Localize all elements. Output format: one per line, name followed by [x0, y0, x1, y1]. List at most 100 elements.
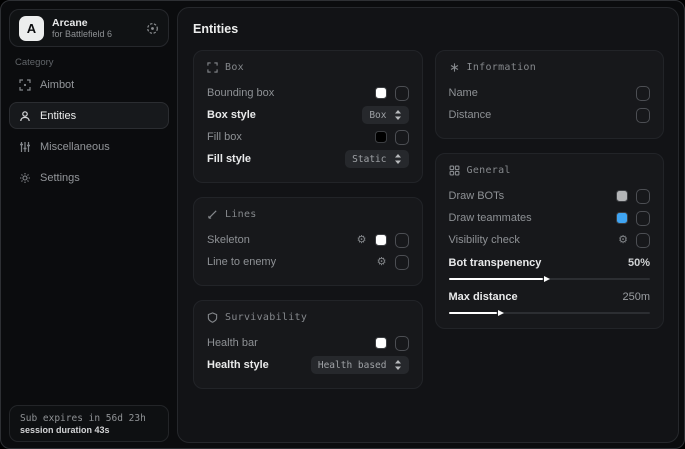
slider-value: 250m	[622, 291, 650, 303]
chevron-updown-icon	[394, 110, 402, 120]
brand-logo: A	[19, 16, 44, 41]
setting-label: Name	[449, 87, 478, 99]
card-lines: Lines Skeleton ⚙ Line to enemy ⚙	[193, 197, 423, 286]
setting-label: Fill box	[207, 131, 242, 143]
setting-row-draw-teammates: Draw teammates	[449, 207, 651, 229]
setting-label: Skeleton	[207, 234, 250, 246]
toggle-checkbox[interactable]	[395, 130, 409, 145]
slider-fill[interactable]	[449, 278, 544, 280]
setting-label: Bot transpenency	[449, 257, 542, 269]
color-swatch[interactable]	[616, 190, 628, 202]
sidebar-item-entities[interactable]: Entities	[9, 102, 169, 129]
slider-max-distance: Max distance 250m	[449, 289, 651, 314]
slider-value: 50%	[628, 257, 650, 269]
fill-style-dropdown[interactable]: Static	[345, 150, 408, 168]
setting-row-distance: Distance	[449, 104, 651, 126]
setting-label: Bounding box	[207, 87, 274, 99]
card-title: Box	[225, 62, 244, 73]
sidebar-nav: Aimbot Entities Miscella	[9, 71, 169, 191]
card-title: Survivability	[225, 312, 307, 323]
sidebar-item-label: Settings	[40, 172, 80, 184]
grid-icon	[449, 165, 460, 176]
card-box-header: Box	[207, 62, 409, 73]
setting-label: Visibility check	[449, 234, 520, 246]
toggle-checkbox[interactable]	[395, 255, 409, 270]
gear-icon[interactable]: ⚙	[377, 257, 387, 268]
setting-row-visibility-check: Visibility check ⚙	[449, 229, 651, 251]
setting-label: Fill style	[207, 153, 251, 165]
slider-track[interactable]	[449, 278, 651, 280]
toggle-checkbox[interactable]	[636, 233, 650, 248]
brand-text: Arcane for Battlefield 6	[52, 17, 138, 39]
setting-label: Distance	[449, 109, 492, 121]
main-panel: Entities Box Bounding box	[177, 7, 679, 443]
toggle-checkbox[interactable]	[636, 86, 650, 101]
session-duration-text: session duration 43s	[20, 425, 158, 435]
status-ring-icon[interactable]	[146, 22, 159, 35]
setting-row-skeleton: Skeleton ⚙	[207, 229, 409, 251]
sidebar-item-miscellaneous[interactable]: Miscellaneous	[9, 133, 169, 160]
card-title: Information	[467, 62, 537, 73]
slider-fill[interactable]	[449, 312, 497, 314]
sidebar-item-settings[interactable]: Settings	[9, 164, 169, 191]
toggle-checkbox[interactable]	[395, 233, 409, 248]
toggle-checkbox[interactable]	[395, 336, 409, 351]
card-lines-header: Lines	[207, 209, 409, 220]
card-box: Box Bounding box Box style Box	[193, 50, 423, 183]
setting-row-health-bar: Health bar	[207, 332, 409, 354]
color-swatch[interactable]	[375, 87, 387, 99]
slider-track[interactable]	[449, 312, 651, 314]
color-swatch[interactable]	[375, 131, 387, 143]
setting-label: Line to enemy	[207, 256, 276, 268]
dropdown-value: Health based	[318, 360, 387, 371]
card-title: Lines	[225, 209, 257, 220]
toggle-checkbox[interactable]	[636, 108, 650, 123]
sub-expiry-text: Sub expires in 56d 23h	[20, 413, 158, 424]
health-style-dropdown[interactable]: Health based	[311, 356, 409, 374]
setting-label: Health style	[207, 359, 269, 371]
setting-row-line-to-enemy: Line to enemy ⚙	[207, 251, 409, 273]
card-survivability: Survivability Health bar Health style He…	[193, 300, 423, 389]
setting-label: Box style	[207, 109, 256, 121]
brand-card: A Arcane for Battlefield 6	[9, 9, 169, 47]
page-title: Entities	[193, 22, 664, 36]
sidebar-item-label: Miscellaneous	[40, 141, 110, 153]
setting-label: Draw teammates	[449, 212, 532, 224]
card-survivability-header: Survivability	[207, 312, 409, 323]
bounding-box-icon	[207, 62, 218, 73]
card-general-header: General	[449, 165, 651, 176]
color-swatch[interactable]	[375, 234, 387, 246]
color-swatch[interactable]	[616, 212, 628, 224]
category-label: Category	[15, 57, 54, 68]
gear-icon[interactable]: ⚙	[357, 235, 367, 246]
dropdown-value: Box	[369, 110, 386, 121]
gear-icon	[19, 172, 31, 184]
color-swatch[interactable]	[375, 337, 387, 349]
brand-subtitle: for Battlefield 6	[52, 29, 138, 39]
chevron-updown-icon	[394, 154, 402, 164]
gear-icon[interactable]: ⚙	[618, 235, 628, 246]
card-information: Information Name Distance	[435, 50, 665, 139]
setting-row-fill-style: Fill style Static	[207, 148, 409, 170]
chevron-updown-icon	[394, 360, 402, 370]
shield-icon	[207, 312, 218, 323]
sliders-icon	[19, 141, 31, 153]
box-style-dropdown[interactable]: Box	[362, 106, 408, 124]
sidebar-item-aimbot[interactable]: Aimbot	[9, 71, 169, 98]
brand-name: Arcane	[52, 17, 138, 29]
toggle-checkbox[interactable]	[395, 86, 409, 101]
sidebar: A Arcane for Battlefield 6 Category	[1, 1, 177, 448]
sidebar-item-label: Aimbot	[40, 79, 74, 91]
setting-row-health-style: Health style Health based	[207, 354, 409, 376]
card-information-header: Information	[449, 62, 651, 73]
setting-label: Health bar	[207, 337, 258, 349]
toggle-checkbox[interactable]	[636, 189, 650, 204]
setting-label: Max distance	[449, 291, 518, 303]
line-icon	[207, 209, 218, 220]
setting-row-box-style: Box style Box	[207, 104, 409, 126]
sidebar-item-label: Entities	[40, 110, 76, 122]
slider-bot-transparency: Bot transpenency 50%	[449, 255, 651, 280]
card-title: General	[467, 165, 511, 176]
toggle-checkbox[interactable]	[636, 211, 650, 226]
app-window: A Arcane for Battlefield 6 Category	[0, 0, 685, 449]
